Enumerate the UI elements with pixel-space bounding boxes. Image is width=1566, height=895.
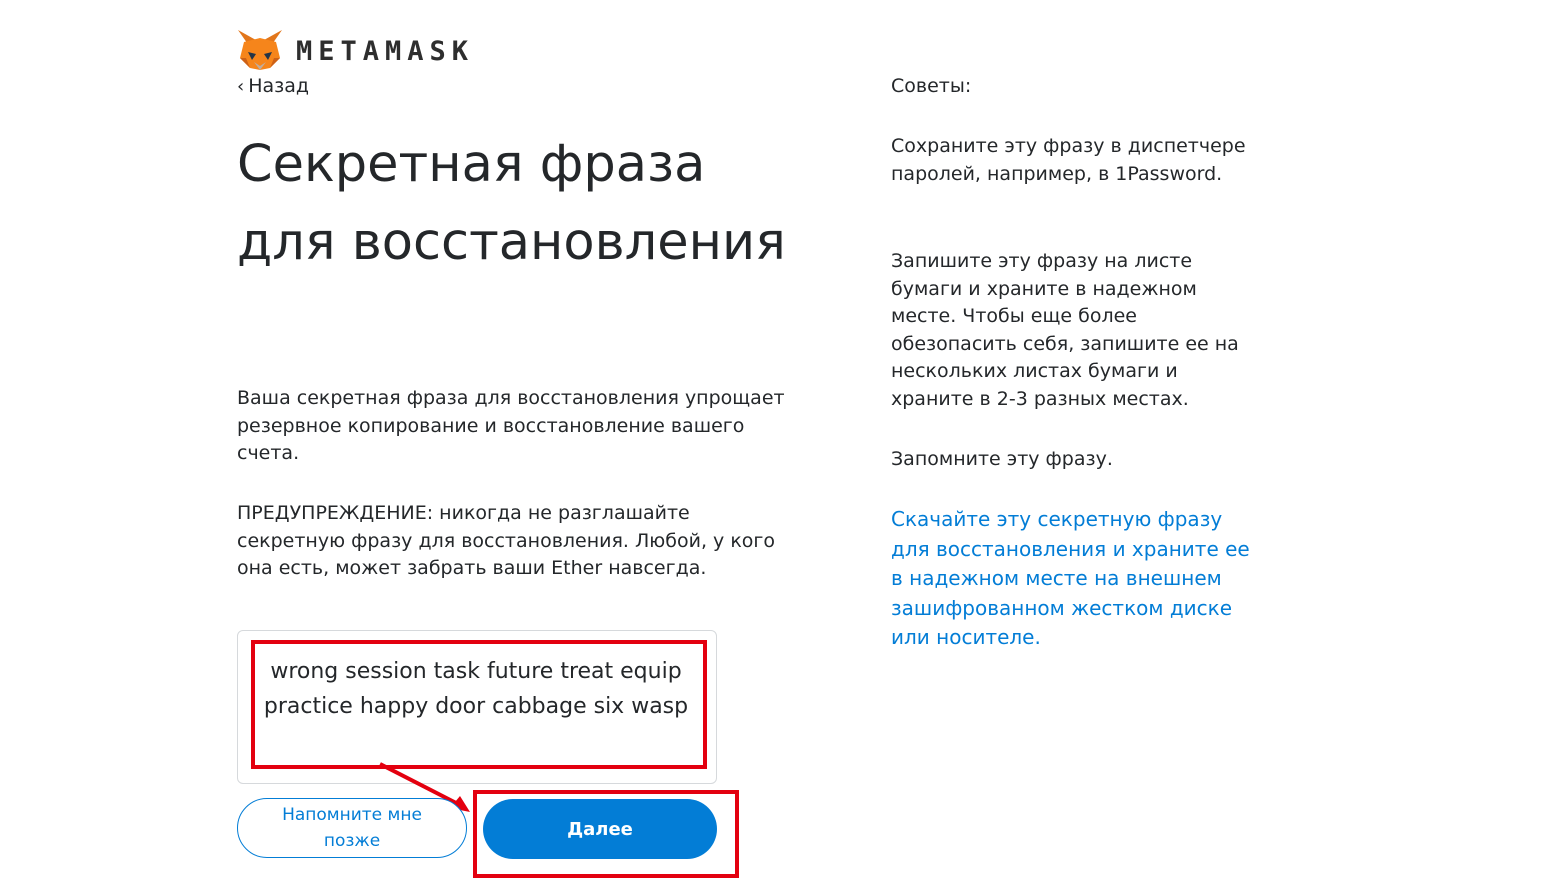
tip-memorize: Запомните эту фразу. [891,448,1113,470]
back-link[interactable]: ‹ Назад [237,75,309,97]
tip-password-manager: Сохраните эту фразу в диспетчере паролей… [891,135,1246,185]
remind-later-button[interactable]: Напомните мне позже [237,798,467,858]
chevron-left-icon: ‹ [237,76,245,97]
next-highlight-frame [473,790,739,878]
tips-heading: Советы: [891,75,972,97]
description-text: Ваша секретная фраза для восстановления … [237,387,785,464]
back-label: Назад [248,75,310,97]
metamask-fox-icon [238,30,282,70]
tip-paper: Запишите эту фразу на листе бумаги и хра… [891,250,1239,410]
brand-wordmark: METAMASK [296,36,475,67]
phrase-highlight-frame [251,640,707,769]
warning-text: ПРЕДУПРЕЖДЕНИЕ: никогда не разглашайте с… [237,502,776,579]
page-title: Секретная фраза для восстановления [237,135,786,272]
download-phrase-link[interactable]: Скачайте эту секретную фразу для восстан… [891,505,1251,653]
